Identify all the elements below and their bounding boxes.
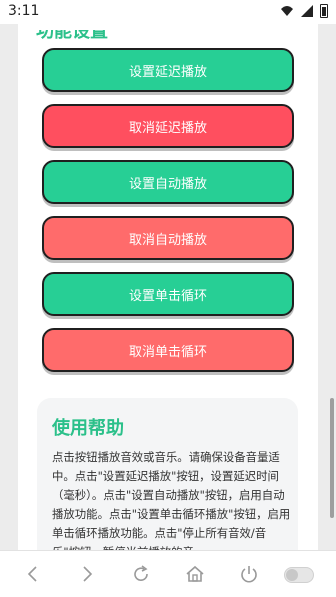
help-text: 点击按钮播放音效或音乐。请确保设备音量适中。点击"设置延迟播放"按钮，设置延迟时… xyxy=(52,450,291,550)
cancel-single-loop-button[interactable]: 取消单击循环 xyxy=(42,328,294,372)
section-title: 功能设置 xyxy=(36,30,108,40)
forward-icon[interactable] xyxy=(76,563,98,585)
status-bar: 3:11 xyxy=(0,0,336,24)
status-icons xyxy=(280,4,328,18)
status-time: 3:11 xyxy=(8,3,40,19)
refresh-icon[interactable] xyxy=(130,563,152,585)
toggle-knob xyxy=(286,569,298,581)
help-title: 使用帮助 xyxy=(52,418,124,439)
home-icon[interactable] xyxy=(184,563,206,585)
signal-icon xyxy=(301,5,313,17)
browser-toolbar xyxy=(0,550,336,597)
toggle-switch[interactable] xyxy=(284,567,314,583)
wifi-icon xyxy=(281,6,293,16)
set-single-loop-button[interactable]: 设置单击循环 xyxy=(42,272,294,316)
battery-icon xyxy=(320,4,328,18)
power-icon[interactable] xyxy=(238,563,260,585)
help-card: 使用帮助 点击按钮播放音效或音乐。请确保设备音量适中。点击"设置延迟播放"按钮，… xyxy=(37,398,298,550)
back-icon[interactable] xyxy=(22,563,44,585)
content-area: 功能设置 设置延迟播放 取消延迟播放 设置自动播放 取消自动播放 设置单击循环 … xyxy=(0,24,336,550)
scrollbar[interactable] xyxy=(330,398,334,518)
set-delay-play-button[interactable]: 设置延迟播放 xyxy=(42,48,294,92)
cancel-delay-play-button[interactable]: 取消延迟播放 xyxy=(42,104,294,148)
set-auto-play-button[interactable]: 设置自动播放 xyxy=(42,160,294,204)
cancel-auto-play-button[interactable]: 取消自动播放 xyxy=(42,216,294,260)
